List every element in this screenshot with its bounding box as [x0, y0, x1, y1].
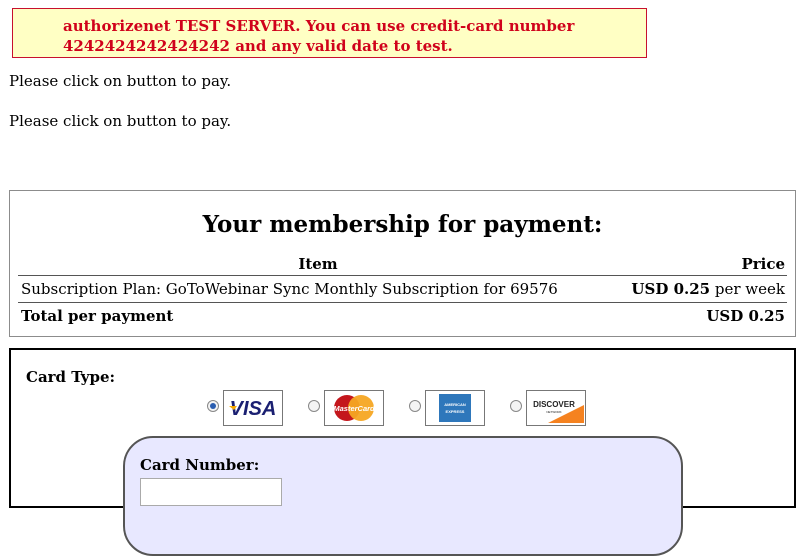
svg-text:MasterCard: MasterCard: [333, 404, 375, 413]
item-price: USD 0.25 per week: [631, 280, 785, 298]
notice-line-1: authorizenet TEST SERVER. You can use cr…: [63, 17, 575, 35]
price-column-header: Price: [741, 255, 785, 273]
item-price-period: per week: [714, 280, 785, 298]
payment-form: Card Type: VISA MasterCard AMERICAN EXPR…: [9, 348, 796, 556]
card-type-label: Card Type:: [26, 368, 116, 386]
membership-title: Your membership for payment:: [202, 211, 603, 238]
total-label: Total per payment: [21, 307, 174, 325]
card-number-section: Card Number:: [123, 436, 683, 556]
card-radio-amex[interactable]: [409, 400, 421, 412]
amex-logo-icon[interactable]: AMERICAN EXPRESS: [425, 390, 485, 426]
card-number-label: Card Number:: [140, 456, 260, 474]
test-server-notice: authorizenet TEST SERVER. You can use cr…: [12, 8, 647, 58]
visa-logo-icon[interactable]: VISA: [223, 390, 283, 426]
membership-panel: Your membership for payment: Item Price …: [9, 190, 796, 337]
card-radio-visa[interactable]: [207, 400, 219, 412]
membership-table: Item Price Subscription Plan: GoToWebina…: [18, 251, 787, 330]
mastercard-logo-icon[interactable]: MasterCard: [324, 390, 384, 426]
svg-text:EXPRESS: EXPRESS: [446, 409, 465, 414]
svg-text:VISA: VISA: [230, 398, 277, 420]
table-row: Subscription Plan: GoToWebinar Sync Mont…: [18, 276, 787, 303]
total-row: Total per payment USD 0.25: [18, 303, 787, 330]
card-number-input[interactable]: [140, 478, 282, 506]
table-header-row: Item Price: [18, 251, 787, 276]
total-price: USD 0.25: [706, 307, 785, 325]
svg-text:AMERICAN: AMERICAN: [444, 402, 466, 407]
item-name: Subscription Plan: GoToWebinar Sync Mont…: [21, 280, 558, 298]
card-radio-mastercard[interactable]: [308, 400, 320, 412]
item-price-amount: USD 0.25: [631, 280, 711, 298]
discover-logo-icon[interactable]: DISCOVER NETWORK: [526, 390, 586, 426]
card-radio-discover[interactable]: [510, 400, 522, 412]
pay-instruction: Please click on button to pay.: [9, 112, 232, 130]
notice-line-2: 4242424242424242 and any valid date to t…: [63, 37, 453, 55]
item-column-header: Item: [298, 255, 338, 273]
pay-instruction: Please click on button to pay.: [9, 72, 232, 90]
svg-text:DISCOVER: DISCOVER: [533, 400, 575, 409]
svg-text:NETWORK: NETWORK: [546, 410, 561, 414]
